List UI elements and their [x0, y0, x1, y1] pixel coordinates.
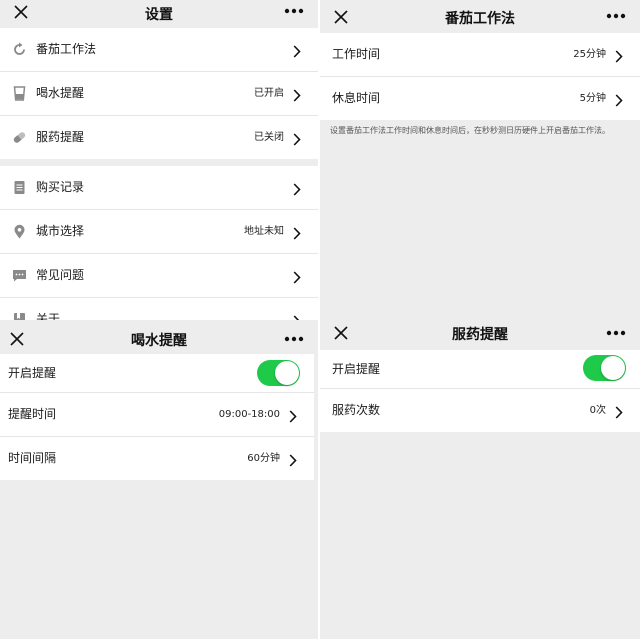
chevron-right-icon [293, 225, 301, 240]
document-icon [12, 180, 27, 195]
dose-count-row[interactable]: 服药次数 0次 [320, 389, 640, 432]
chevron-right-icon [293, 43, 301, 58]
settings-item-label: 喝水提醒 [36, 86, 85, 100]
settings-item-value: 地址未知 [244, 226, 284, 237]
medicine-reminder-screen: 服药提醒 开启提醒 服药次数 0次 [320, 320, 640, 639]
chevron-right-icon [289, 452, 297, 467]
more-icon[interactable] [284, 336, 304, 342]
settings-item-faq[interactable]: 常见问题 [0, 254, 318, 298]
settings-group-general: 购买记录 城市选择 地址未知 常见问题 关于 [0, 166, 318, 320]
reminder-time-value: 09:00-18:00 [218, 409, 280, 420]
settings-item-label: 城市选择 [36, 224, 85, 238]
chevron-right-icon [615, 404, 623, 419]
more-icon[interactable] [606, 330, 626, 336]
settings-item-pomodoro[interactable]: 番茄工作法 [0, 28, 318, 72]
toggle-knob [275, 361, 299, 385]
page-title: 番茄工作法 [445, 11, 515, 27]
medicine-enable-toggle[interactable] [583, 355, 626, 381]
reminder-time-label: 提醒时间 [8, 407, 57, 421]
rest-time-value: 5分钟 [579, 93, 606, 104]
water-top-bar: 喝水提醒 [0, 320, 318, 354]
dose-count-value: 0次 [589, 405, 606, 416]
settings-item-city[interactable]: 城市选择 地址未知 [0, 210, 318, 254]
location-icon [12, 224, 27, 239]
refresh-icon [12, 42, 27, 57]
chevron-right-icon [615, 92, 623, 107]
pill-icon [12, 130, 27, 145]
chevron-right-icon [615, 48, 623, 63]
settings-item-value: 已关闭 [254, 132, 284, 143]
water-enable-toggle[interactable] [257, 360, 300, 386]
work-time-label: 工作时间 [332, 47, 381, 61]
pomodoro-top-bar: 番茄工作法 [320, 0, 640, 32]
interval-label: 时间间隔 [8, 451, 57, 465]
settings-item-label: 关于 [36, 312, 61, 320]
settings-item-label: 常见问题 [36, 268, 85, 282]
medicine-enable-label: 开启提醒 [332, 362, 381, 376]
water-enable-label: 开启提醒 [8, 366, 57, 380]
chevron-right-icon [293, 313, 301, 320]
settings-top-bar: 设置 [0, 0, 318, 28]
water-reminder-screen: 喝水提醒 开启提醒 提醒时间 09:00-18:00 时间间隔 60分钟 [0, 320, 318, 639]
work-time-row[interactable]: 工作时间 25分钟 [320, 33, 640, 77]
settings-item-water[interactable]: 喝水提醒 已开启 [0, 72, 318, 116]
rest-time-row[interactable]: 休息时间 5分钟 [320, 77, 640, 120]
pomodoro-screen: 番茄工作法 工作时间 25分钟 休息时间 5分钟 设置番茄工作法工作时间和休息时… [320, 0, 640, 320]
medicine-enable-row: 开启提醒 [320, 350, 640, 389]
page-title: 喝水提醒 [131, 333, 187, 349]
settings-group-reminders: 番茄工作法 喝水提醒 已开启 服药提醒 已关闭 [0, 28, 318, 159]
chevron-right-icon [293, 131, 301, 146]
pomodoro-help-text: 设置番茄工作法工作时间和休息时间后，在秒秒测日历硬件上开启番茄工作法。 [330, 126, 610, 135]
medicine-top-bar: 服药提醒 [320, 320, 640, 350]
pomodoro-settings-list: 工作时间 25分钟 休息时间 5分钟 [320, 33, 640, 120]
interval-row[interactable]: 时间间隔 60分钟 [0, 437, 314, 480]
settings-item-value: 已开启 [254, 88, 284, 99]
chevron-right-icon [289, 408, 297, 423]
more-icon[interactable] [284, 8, 304, 14]
settings-item-label: 购买记录 [36, 180, 85, 194]
work-time-value: 25分钟 [573, 49, 606, 60]
toggle-knob [601, 356, 625, 380]
settings-item-purchases[interactable]: 购买记录 [0, 166, 318, 210]
settings-item-about[interactable]: 关于 [0, 298, 318, 320]
chevron-right-icon [293, 181, 301, 196]
water-settings-list: 开启提醒 提醒时间 09:00-18:00 时间间隔 60分钟 [0, 354, 314, 480]
chevron-right-icon [293, 87, 301, 102]
water-enable-row: 开启提醒 [0, 354, 314, 393]
book-icon [12, 312, 27, 320]
chat-icon [12, 268, 27, 283]
reminder-time-row[interactable]: 提醒时间 09:00-18:00 [0, 393, 314, 437]
more-icon[interactable] [606, 13, 626, 19]
dose-count-label: 服药次数 [332, 403, 381, 417]
page-title: 设置 [145, 7, 173, 23]
settings-item-medicine[interactable]: 服药提醒 已关闭 [0, 116, 318, 159]
medicine-settings-list: 开启提醒 服药次数 0次 [320, 350, 640, 432]
settings-screen: 设置 番茄工作法 喝水提醒 已开启 服药提醒 已关闭 购买记录 城市选择 地址未… [0, 0, 318, 320]
interval-value: 60分钟 [247, 453, 280, 464]
rest-time-label: 休息时间 [332, 91, 381, 105]
settings-item-label: 番茄工作法 [36, 42, 97, 56]
settings-item-label: 服药提醒 [36, 130, 85, 144]
page-title: 服药提醒 [452, 327, 508, 343]
chevron-right-icon [293, 269, 301, 284]
cup-icon [12, 86, 27, 101]
